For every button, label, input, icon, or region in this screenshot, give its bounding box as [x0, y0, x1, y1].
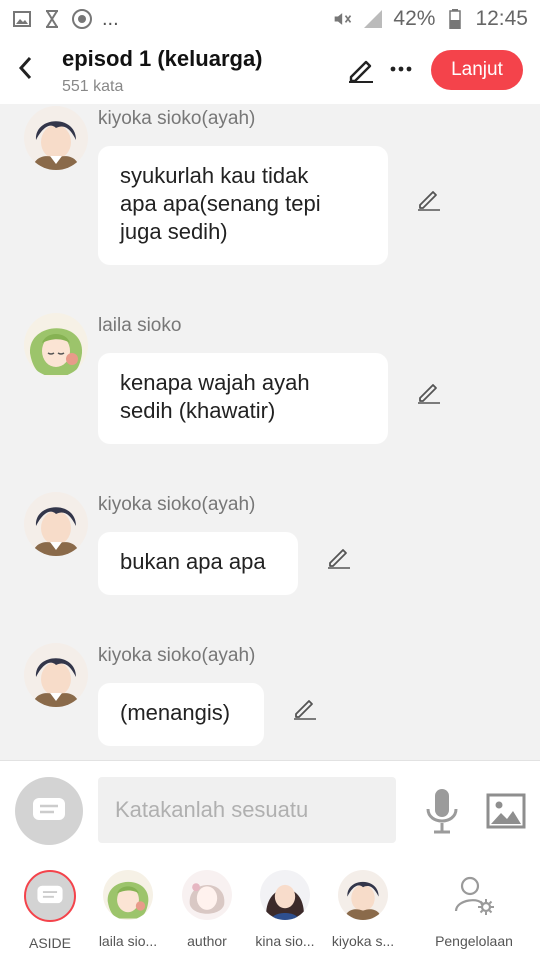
- chevron-left-icon: [18, 56, 32, 80]
- status-time: 12:45: [475, 7, 528, 30]
- pencil-icon: [418, 191, 440, 211]
- image-icon: [486, 793, 526, 829]
- back-button[interactable]: [10, 52, 40, 84]
- avatar-kiyoka[interactable]: [24, 643, 88, 707]
- status-bar-right: 42% 12:45: [333, 7, 528, 31]
- character-author[interactable]: author: [167, 870, 247, 949]
- episode-title[interactable]: episod 1 (keluarga): [62, 46, 263, 72]
- composer-bar: [0, 760, 540, 860]
- pencil-icon: [349, 60, 373, 83]
- signal-icon: [363, 9, 383, 29]
- character-bar: ASIDE laila sio... author kina sio... ki…: [0, 858, 540, 960]
- avatar-laila[interactable]: [24, 313, 88, 377]
- avatar-author: [182, 870, 232, 920]
- character-kiyoka[interactable]: kiyoka s...: [323, 870, 403, 949]
- edit-message-button[interactable]: [326, 544, 352, 570]
- status-overflow: ...: [102, 7, 119, 30]
- character-kina[interactable]: kina sio...: [245, 870, 325, 949]
- message-bubble[interactable]: syukurlah kau tidak apa apa(senang tepi …: [98, 146, 388, 265]
- edit-message-button[interactable]: [416, 186, 442, 212]
- sender-name: kiyoka sioko(ayah): [98, 108, 256, 129]
- message-bubble[interactable]: kenapa wajah ayah sedih (khawatir): [98, 353, 388, 444]
- avatar-laila: [103, 870, 153, 920]
- battery-level: 42%: [393, 7, 436, 30]
- character-label: kina sio...: [255, 933, 315, 949]
- speech-bubble-icon: [37, 885, 63, 904]
- message-bubble[interactable]: bukan apa apa: [98, 532, 298, 595]
- sender-name: kiyoka sioko(ayah): [98, 645, 256, 666]
- character-label: kiyoka s...: [331, 933, 395, 949]
- image-icon: [12, 9, 32, 29]
- avatar-kina: [260, 870, 310, 920]
- mute-icon: [333, 9, 353, 29]
- message-bubble[interactable]: (menangis): [98, 683, 264, 746]
- message-input[interactable]: [98, 777, 396, 843]
- next-button[interactable]: Lanjut: [431, 50, 523, 90]
- manage-icon: [449, 870, 499, 920]
- aside-avatar: [24, 870, 76, 922]
- editor-header: episod 1 (keluarga) 551 kata Lanjut: [0, 38, 540, 104]
- character-label: laila sio...: [98, 933, 158, 949]
- pencil-icon: [328, 549, 350, 569]
- mic-button[interactable]: [422, 787, 462, 835]
- character-laila[interactable]: laila sio...: [88, 870, 168, 949]
- chrome-icon: [72, 9, 92, 29]
- character-label: ASIDE: [28, 935, 71, 951]
- sender-name: kiyoka sioko(ayah): [98, 494, 256, 515]
- battery-icon: [445, 9, 465, 29]
- manage-characters-button[interactable]: Pengelolaan: [424, 870, 524, 949]
- edit-title-button[interactable]: [346, 54, 376, 84]
- chat-area[interactable]: kiyoka sioko(ayah) syukurlah kau tidak a…: [0, 104, 540, 760]
- aside-toggle-button[interactable]: [15, 777, 83, 845]
- avatar-kiyoka[interactable]: [24, 492, 88, 556]
- more-dots-icon: [390, 66, 412, 72]
- microphone-icon: [426, 789, 458, 834]
- status-bar: ... 42% 12:45: [0, 0, 540, 38]
- pencil-icon: [418, 384, 440, 404]
- edit-message-button[interactable]: [292, 695, 318, 721]
- user-settings-icon: [454, 876, 494, 915]
- avatar-kiyoka[interactable]: [24, 106, 88, 170]
- avatar-kiyoka: [338, 870, 388, 920]
- character-aside[interactable]: ASIDE: [10, 870, 90, 951]
- edit-message-button[interactable]: [416, 379, 442, 405]
- hourglass-icon: [42, 9, 62, 29]
- pencil-icon: [294, 700, 316, 720]
- image-upload-button[interactable]: [486, 791, 526, 831]
- character-label: Pengelolaan: [435, 933, 513, 949]
- more-options-button[interactable]: [386, 54, 416, 84]
- speech-bubble-icon: [33, 798, 65, 820]
- character-label: author: [187, 933, 227, 949]
- sender-name: laila sioko: [98, 315, 182, 336]
- word-count: 551 kata: [62, 78, 124, 95]
- status-bar-left: ...: [12, 8, 119, 31]
